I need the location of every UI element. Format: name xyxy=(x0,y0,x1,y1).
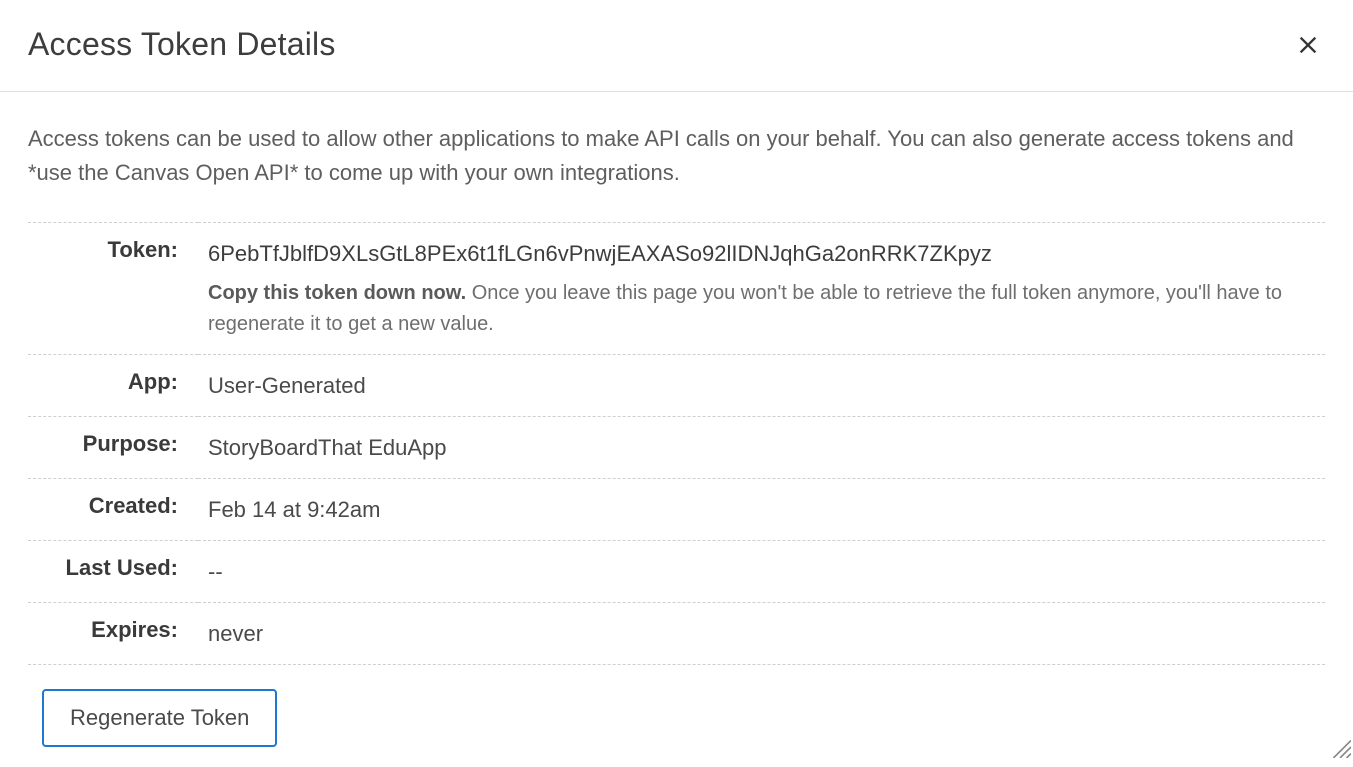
row-expires: Expires: never xyxy=(28,603,1325,665)
resize-handle-icon xyxy=(1329,736,1351,758)
details-table: Token: 6PebTfJblfD9XLsGtL8PEx6t1fLGn6vPn… xyxy=(28,222,1325,665)
row-purpose: Purpose: StoryBoardThat EduApp xyxy=(28,417,1325,479)
label-token: Token: xyxy=(28,223,198,355)
dialog-header: Access Token Details xyxy=(0,0,1353,92)
resize-handle[interactable] xyxy=(1329,736,1351,758)
access-token-dialog: Access Token Details Access tokens can b… xyxy=(0,0,1353,767)
dialog-actions: Regenerate Token xyxy=(42,665,1325,757)
row-last-used: Last Used: -- xyxy=(28,541,1325,603)
label-purpose: Purpose: xyxy=(28,417,198,479)
value-token-cell: 6PebTfJblfD9XLsGtL8PEx6t1fLGn6vPnwjEAXAS… xyxy=(198,223,1325,355)
close-icon xyxy=(1297,34,1319,56)
intro-text: Access tokens can be used to allow other… xyxy=(28,122,1325,190)
label-expires: Expires: xyxy=(28,603,198,665)
label-last-used: Last Used: xyxy=(28,541,198,603)
regenerate-token-button[interactable]: Regenerate Token xyxy=(42,689,277,747)
value-app: User-Generated xyxy=(198,355,1325,417)
value-created: Feb 14 at 9:42am xyxy=(198,479,1325,541)
dialog-body: Access tokens can be used to allow other… xyxy=(0,92,1353,767)
label-app: App: xyxy=(28,355,198,417)
dialog-title: Access Token Details xyxy=(28,26,336,63)
row-created: Created: Feb 14 at 9:42am xyxy=(28,479,1325,541)
token-warning-bold: Copy this token down now. xyxy=(208,282,466,304)
token-value: 6PebTfJblfD9XLsGtL8PEx6t1fLGn6vPnwjEAXAS… xyxy=(208,237,1315,270)
token-warning: Copy this token down now. Once you leave… xyxy=(208,278,1315,340)
label-created: Created: xyxy=(28,479,198,541)
value-purpose: StoryBoardThat EduApp xyxy=(198,417,1325,479)
row-app: App: User-Generated xyxy=(28,355,1325,417)
value-last-used: -- xyxy=(198,541,1325,603)
close-button[interactable] xyxy=(1291,28,1325,62)
value-expires: never xyxy=(198,603,1325,665)
row-token: Token: 6PebTfJblfD9XLsGtL8PEx6t1fLGn6vPn… xyxy=(28,223,1325,355)
